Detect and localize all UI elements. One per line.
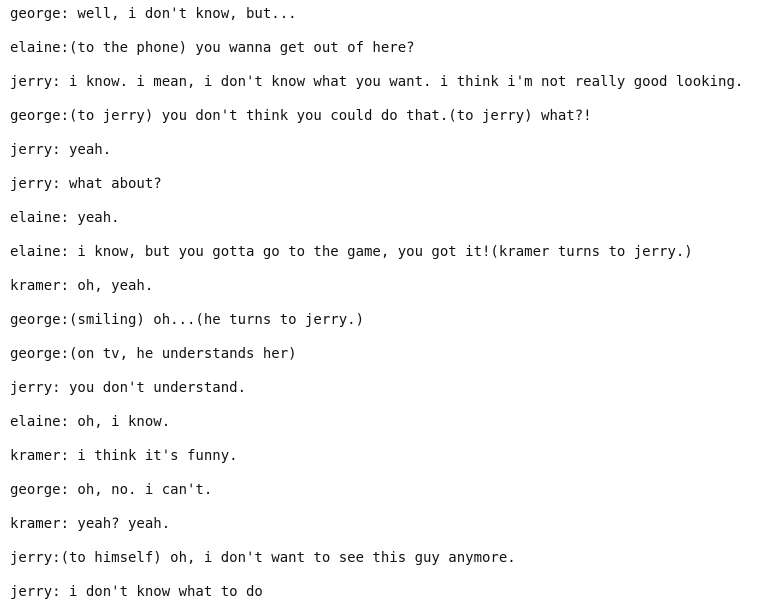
transcript-line: kramer: yeah? yeah. — [10, 516, 171, 532]
transcript-line: jerry: yeah. — [10, 142, 112, 158]
transcript-line: george: well, i don't know, but... — [10, 6, 297, 22]
transcript-line: elaine: i know, but you gotta go to the … — [10, 244, 693, 260]
transcript-line: george:(to jerry) you don't think you co… — [10, 108, 592, 124]
transcript-line: jerry: i know. i mean, i don't know what… — [10, 74, 744, 90]
transcript-line: jerry: i don't know what to do — [10, 584, 263, 600]
transcript-line: george:(smiling) oh...(he turns to jerry… — [10, 312, 365, 328]
transcript-line: jerry: what about? — [10, 176, 162, 192]
transcript-line: kramer: oh, yeah. — [10, 278, 154, 294]
transcript-line: elaine: oh, i know. — [10, 414, 171, 430]
transcript-line: george:(on tv, he understands her) — [10, 346, 297, 362]
transcript: george: well, i don't know, but... elain… — [10, 4, 766, 616]
transcript-line: elaine: yeah. — [10, 210, 120, 226]
transcript-line: jerry:(to himself) oh, i don't want to s… — [10, 550, 516, 566]
transcript-line: elaine:(to the phone) you wanna get out … — [10, 40, 415, 56]
transcript-line: george: oh, no. i can't. — [10, 482, 213, 498]
transcript-line: jerry: you don't understand. — [10, 380, 247, 396]
transcript-line: kramer: i think it's funny. — [10, 448, 238, 464]
